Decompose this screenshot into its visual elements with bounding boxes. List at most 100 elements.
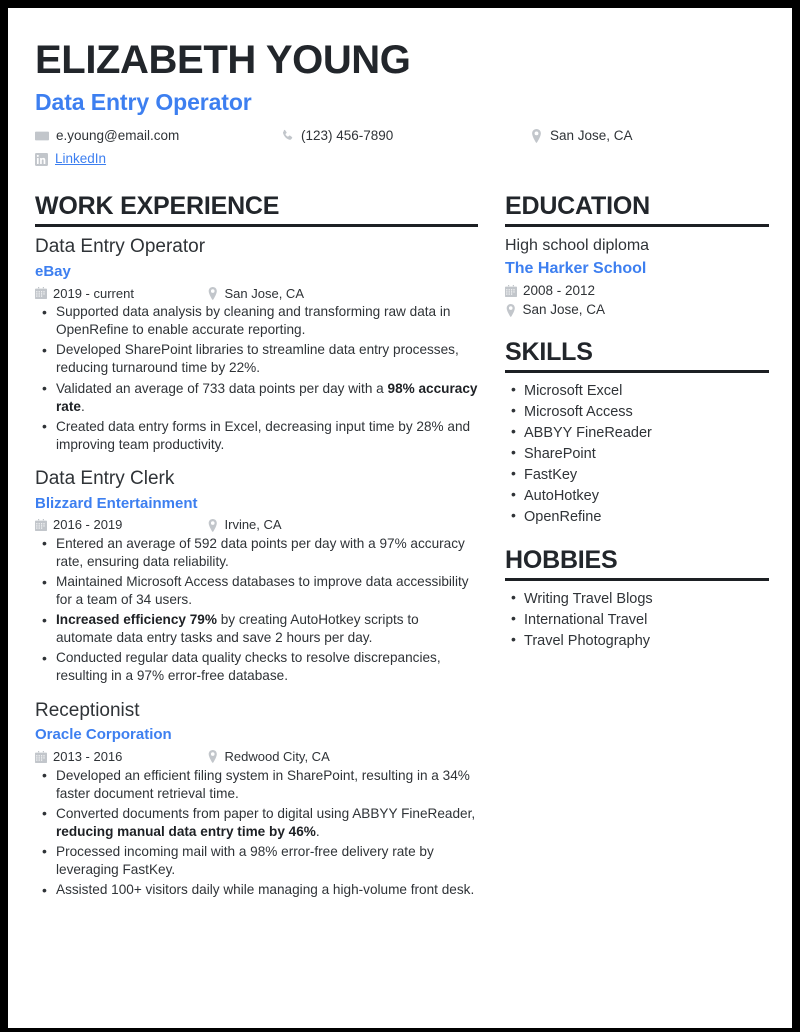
contact-email[interactable]: e.young@email.com xyxy=(35,128,280,144)
envelope-icon xyxy=(35,129,49,143)
hobby-item: International Travel xyxy=(505,609,769,630)
resume-body: Work Experience Data Entry Operator eBay 2… xyxy=(35,192,769,912)
section-work-experience: Work Experience Data Entry Operator eBay 2… xyxy=(35,192,478,899)
experience-meta: 2019 - current San Jose, CA xyxy=(35,286,478,302)
candidate-role: Data Entry Operator xyxy=(35,88,252,115)
skill-item: Microsoft Excel xyxy=(505,380,769,401)
experience-location-text: Redwood City, CA xyxy=(224,748,330,764)
experience-entry: Receptionist Oracle Corporation 2013 - 201… xyxy=(35,699,478,900)
contact-phone[interactable]: (123) 456-7890 xyxy=(280,128,530,144)
section-divider xyxy=(505,369,769,373)
side-column: Education High school diploma The Harker … xyxy=(505,192,769,912)
education-location-text: San Jose, CA xyxy=(522,302,606,318)
experience-bullet: Processed incoming mail with a 98% error… xyxy=(35,842,478,879)
education-degree: High school diploma xyxy=(505,237,650,255)
experience-dates: 2019 - current xyxy=(35,286,207,302)
education-location: San Jose, CA xyxy=(505,302,769,318)
section-title-skills: Skills xyxy=(505,337,593,366)
map-pin-icon xyxy=(530,128,543,143)
experience-meta: 2016 - 2019 Irvine, CA xyxy=(35,517,478,533)
skill-item: FastKey xyxy=(505,464,769,485)
experience-bullet: Developed an efficient filing system in … xyxy=(35,766,478,803)
experience-bullet: Maintained Microsoft Access databases to… xyxy=(35,573,478,609)
page-frame: Elizabeth Young Data Entry Operator e.yo… xyxy=(0,0,800,1032)
section-skills: Skills Microsoft ExcelMicrosoft AccessAB… xyxy=(505,338,769,527)
hobby-item: Travel Photography xyxy=(505,630,769,651)
section-divider xyxy=(35,224,478,228)
experience-location: Irvine, CA xyxy=(207,517,282,533)
section-education: Education High school diploma The Harker … xyxy=(505,192,769,318)
contact-linkedin-text[interactable]: LinkedIn xyxy=(55,151,106,167)
experience-dates-text: 2013 - 2016 xyxy=(53,748,123,764)
experience-company: eBay xyxy=(35,262,71,280)
experience-company: Oracle Corporation xyxy=(35,726,172,744)
experience-location: Redwood City, CA xyxy=(207,749,330,765)
experience-dates-text: 2019 - current xyxy=(53,285,134,301)
experience-bullet: Validated an average of 733 data points … xyxy=(35,379,478,416)
skill-item: OpenRefine xyxy=(505,506,769,527)
section-title-education: Education xyxy=(505,192,650,221)
contact-email-text: e.young@email.com xyxy=(56,127,180,143)
work-experience-entries: Data Entry Operator eBay 2019 - current San… xyxy=(35,235,478,899)
calendar-icon xyxy=(35,519,47,532)
experience-dates: 2013 - 2016 xyxy=(35,749,207,765)
experience-dates: 2016 - 2019 xyxy=(35,517,207,533)
contact-row-secondary: LinkedIn xyxy=(35,151,765,167)
skills-list: Microsoft ExcelMicrosoft AccessABBYY Fin… xyxy=(505,380,769,527)
calendar-icon xyxy=(505,285,517,298)
resume-header: Elizabeth Young Data Entry Operator e.yo… xyxy=(35,38,765,180)
resume-document: Elizabeth Young Data Entry Operator e.yo… xyxy=(8,8,792,1028)
contact-details: e.young@email.com (123) 456-7890 San Jos… xyxy=(35,128,765,167)
section-title-hobbies: Hobbies xyxy=(505,545,618,574)
skill-item: AutoHotkey xyxy=(505,485,769,506)
education-entries: High school diploma The Harker School 2008… xyxy=(505,235,769,318)
experience-bullet: Assisted 100+ visitors daily while manag… xyxy=(35,881,478,900)
experience-bullet: Converted documents from paper to digita… xyxy=(35,804,478,841)
education-dates: 2008 - 2012 xyxy=(505,283,769,299)
experience-dates-text: 2016 - 2019 xyxy=(53,517,123,533)
calendar-icon xyxy=(35,287,47,300)
experience-job-title: Data Entry Operator xyxy=(35,236,206,258)
contact-location-text: San Jose, CA xyxy=(550,127,633,143)
education-school: The Harker School xyxy=(505,259,647,277)
education-entry: High school diploma The Harker School 2008… xyxy=(505,235,769,318)
section-divider xyxy=(505,577,769,581)
contact-linkedin[interactable]: LinkedIn xyxy=(35,151,280,167)
experience-bullet: Developed SharePoint libraries to stream… xyxy=(35,341,478,377)
map-pin-icon xyxy=(207,750,219,764)
experience-location-text: San Jose, CA xyxy=(224,285,305,301)
hobbies-list: Writing Travel BlogsInternational Travel… xyxy=(505,588,769,651)
candidate-name: Elizabeth Young xyxy=(35,38,411,82)
experience-job-title: Data Entry Clerk xyxy=(35,467,175,489)
experience-bullets: Developed an efficient filing system in … xyxy=(35,766,478,900)
education-dates-text: 2008 - 2012 xyxy=(523,283,596,299)
experience-company: Blizzard Entertainment xyxy=(35,494,198,512)
map-pin-icon xyxy=(505,303,517,317)
experience-location: San Jose, CA xyxy=(207,286,304,302)
experience-bullets: Entered an average of 592 data points pe… xyxy=(35,534,478,686)
experience-bullet: Entered an average of 592 data points pe… xyxy=(35,534,478,571)
contact-row-primary: e.young@email.com (123) 456-7890 San Jos… xyxy=(35,128,765,144)
map-pin-icon xyxy=(207,518,219,532)
main-column: Work Experience Data Entry Operator eBay 2… xyxy=(35,192,478,912)
experience-entry: Data Entry Clerk Blizzard Entertainment 20… xyxy=(35,467,478,686)
section-divider xyxy=(505,224,769,228)
experience-bullet: Conducted regular data quality checks to… xyxy=(35,649,478,685)
phone-icon xyxy=(280,129,294,143)
experience-job-title: Receptionist xyxy=(35,699,140,721)
contact-location: San Jose, CA xyxy=(530,128,633,144)
experience-bullet: Created data entry forms in Excel, decre… xyxy=(35,417,478,454)
experience-location-text: Irvine, CA xyxy=(224,517,282,533)
section-title-work-experience: Work Experience xyxy=(35,192,280,221)
skill-item: ABBYY FineReader xyxy=(505,422,769,443)
experience-entry: Data Entry Operator eBay 2019 - current San… xyxy=(35,235,478,454)
experience-bullet: Increased efficiency 79% by creating Aut… xyxy=(35,611,478,647)
skill-item: SharePoint xyxy=(505,443,769,464)
map-pin-icon xyxy=(207,286,219,300)
skill-item: Microsoft Access xyxy=(505,401,769,422)
section-hobbies: Hobbies Writing Travel BlogsInternationa… xyxy=(505,546,769,651)
experience-bullet: Supported data analysis by cleaning and … xyxy=(35,303,478,339)
hobby-item: Writing Travel Blogs xyxy=(505,588,769,609)
linkedin-icon xyxy=(35,152,48,166)
contact-phone-text: (123) 456-7890 xyxy=(301,127,394,143)
